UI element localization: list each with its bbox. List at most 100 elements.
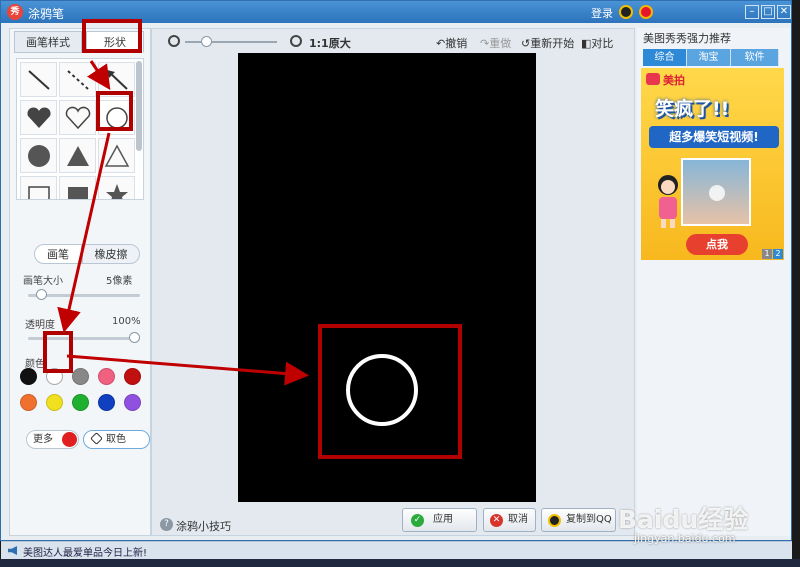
watermark-logo: Baidu经验 — [618, 505, 749, 534]
shape-triangle-outline[interactable] — [98, 138, 135, 173]
mode-eraser-button[interactable]: 橡皮擦 — [82, 244, 140, 264]
color-swatch[interactable] — [46, 394, 63, 411]
close-button[interactable]: ✕ — [777, 5, 791, 19]
brush-size-slider[interactable] — [36, 289, 48, 300]
compare-button[interactable]: ◧对比 — [581, 35, 613, 51]
opacity-label: 透明度 — [25, 320, 55, 331]
current-color-swatch — [62, 432, 77, 447]
ad-page-1[interactable]: 1 — [762, 249, 772, 259]
shape-line[interactable] — [20, 62, 57, 97]
highlight-box-canvas — [318, 324, 462, 459]
triangle-outline-icon — [104, 144, 130, 167]
ad-subline: 超多爆笑短视频! — [649, 126, 779, 148]
square-outline-icon — [28, 186, 50, 199]
color-swatch[interactable] — [98, 368, 115, 385]
check-icon: ✓ — [411, 514, 424, 527]
tab-software[interactable]: 软件 — [731, 49, 779, 66]
qq-icon[interactable] — [619, 5, 633, 19]
shape-square-outline[interactable] — [20, 176, 57, 199]
heart-filled-icon — [27, 107, 51, 128]
color-swatch[interactable] — [124, 394, 141, 411]
eyedropper-button[interactable]: 取色 — [83, 430, 150, 449]
highlight-box-shape-tab — [82, 19, 142, 53]
zoom-slider[interactable] — [201, 36, 213, 47]
redo-button[interactable]: ↷重做 — [480, 35, 511, 51]
maximize-button[interactable]: □ — [761, 5, 775, 19]
cancel-label: 取消 — [508, 514, 528, 525]
ad-cta-button[interactable]: 点我 — [686, 234, 748, 255]
shape-square-filled[interactable] — [59, 176, 96, 199]
tab-all[interactable]: 综合 — [643, 49, 687, 66]
meipai-logo-icon — [646, 73, 660, 85]
recommend-panel: 美图秀秀强力推荐 综合 淘宝 软件 美拍 笑疯了!! 超多爆笑短视频! 点我 1… — [637, 28, 791, 536]
cancel-icon: ✕ — [490, 514, 503, 527]
mode-brush-button[interactable]: 画笔 — [34, 244, 82, 264]
heart-outline-icon — [65, 106, 91, 130]
shape-circle-filled[interactable] — [20, 138, 57, 173]
shape-heart-outline[interactable] — [59, 100, 96, 135]
more-colors-button[interactable]: 更多 — [26, 430, 79, 449]
canvas-area: 1:1原大 ↶撤销 ↷重做 ↺重新开始 ◧对比 ? 涂鸦小技巧 ✓ 应用 ✕ 取… — [151, 28, 635, 536]
shape-heart-filled[interactable] — [20, 100, 57, 135]
speaker-icon — [8, 546, 17, 555]
redo-icon: ↷ — [480, 37, 490, 50]
apply-label: 应用 — [433, 514, 453, 525]
triangle-filled-icon — [67, 146, 89, 166]
shape-triangle-filled[interactable] — [59, 138, 96, 173]
apply-button[interactable]: ✓ 应用 — [402, 508, 477, 532]
shape-dashed-line[interactable] — [59, 62, 96, 97]
zoom-original-button[interactable]: 1:1原大 — [309, 35, 351, 51]
opacity-slider[interactable] — [129, 332, 140, 343]
more-colors-label: 更多 — [33, 434, 53, 445]
color-swatch[interactable] — [72, 368, 89, 385]
zoom-out-icon[interactable] — [168, 35, 180, 47]
square-filled-icon — [68, 187, 88, 199]
color-swatch[interactable] — [124, 368, 141, 385]
undo-button[interactable]: ↶撤销 — [436, 35, 467, 51]
undo-label: 撤销 — [445, 37, 468, 50]
app-window: 秀 涂鸦笔 登录 – □ ✕ 画笔样式 形状 画笔 橡皮擦 画笔大小 5像素 透… — [0, 0, 792, 541]
ad-banner[interactable]: 美拍 笑疯了!! 超多爆笑短视频! 点我 1 2 — [641, 68, 784, 260]
copy-to-qq-button[interactable]: 复制到QQ — [541, 508, 616, 532]
cancel-button[interactable]: ✕ 取消 — [483, 508, 536, 532]
window-title: 涂鸦笔 — [28, 7, 65, 21]
weibo-icon[interactable] — [639, 5, 653, 19]
eyedropper-icon — [90, 432, 103, 445]
color-swatch[interactable] — [20, 368, 37, 385]
restart-icon: ↺ — [521, 37, 531, 50]
recommend-title: 美图秀秀强力推荐 — [643, 32, 731, 45]
tab-brush-style[interactable]: 画笔样式 — [14, 31, 82, 53]
ad-brand: 美拍 — [663, 74, 685, 87]
color-swatch[interactable] — [72, 394, 89, 411]
arrow-icon — [107, 70, 128, 90]
line-icon — [28, 70, 50, 90]
highlight-box-circle-shape — [96, 91, 133, 131]
color-swatch[interactable] — [98, 394, 115, 411]
app-logo-icon: 秀 — [7, 4, 23, 20]
zoom-in-icon[interactable] — [290, 35, 302, 47]
shape-grid-scrollbar[interactable] — [136, 61, 142, 151]
watermark-url: jingyan.baidu.com — [634, 532, 736, 545]
restart-button[interactable]: ↺重新开始 — [521, 35, 574, 51]
desktop-taskbar — [0, 559, 800, 567]
tab-taobao[interactable]: 淘宝 — [687, 49, 731, 66]
cartoon-girl-illustration — [658, 175, 678, 228]
opacity-value: 100% — [112, 316, 141, 327]
brush-size-label: 画笔大小 — [23, 276, 63, 287]
copy-to-qq-label: 复制到QQ — [566, 514, 612, 525]
zoom-track[interactable] — [185, 41, 277, 43]
restart-label: 重新开始 — [530, 37, 575, 50]
color-swatch[interactable] — [20, 394, 37, 411]
help-icon[interactable]: ? — [160, 518, 173, 531]
minimize-button[interactable]: – — [745, 5, 759, 19]
star-icon — [106, 184, 128, 199]
play-icon — [709, 185, 725, 201]
eyedropper-label: 取色 — [106, 434, 126, 445]
tips-link[interactable]: 涂鸦小技巧 — [176, 518, 231, 534]
qq-icon — [548, 514, 561, 527]
status-text[interactable]: 美图达人最爱单品今日上新! — [23, 544, 147, 559]
login-link[interactable]: 登录 — [591, 5, 613, 21]
ad-page-2[interactable]: 2 — [773, 249, 783, 259]
shape-star[interactable] — [98, 176, 135, 199]
brush-size-value: 5像素 — [106, 276, 133, 287]
